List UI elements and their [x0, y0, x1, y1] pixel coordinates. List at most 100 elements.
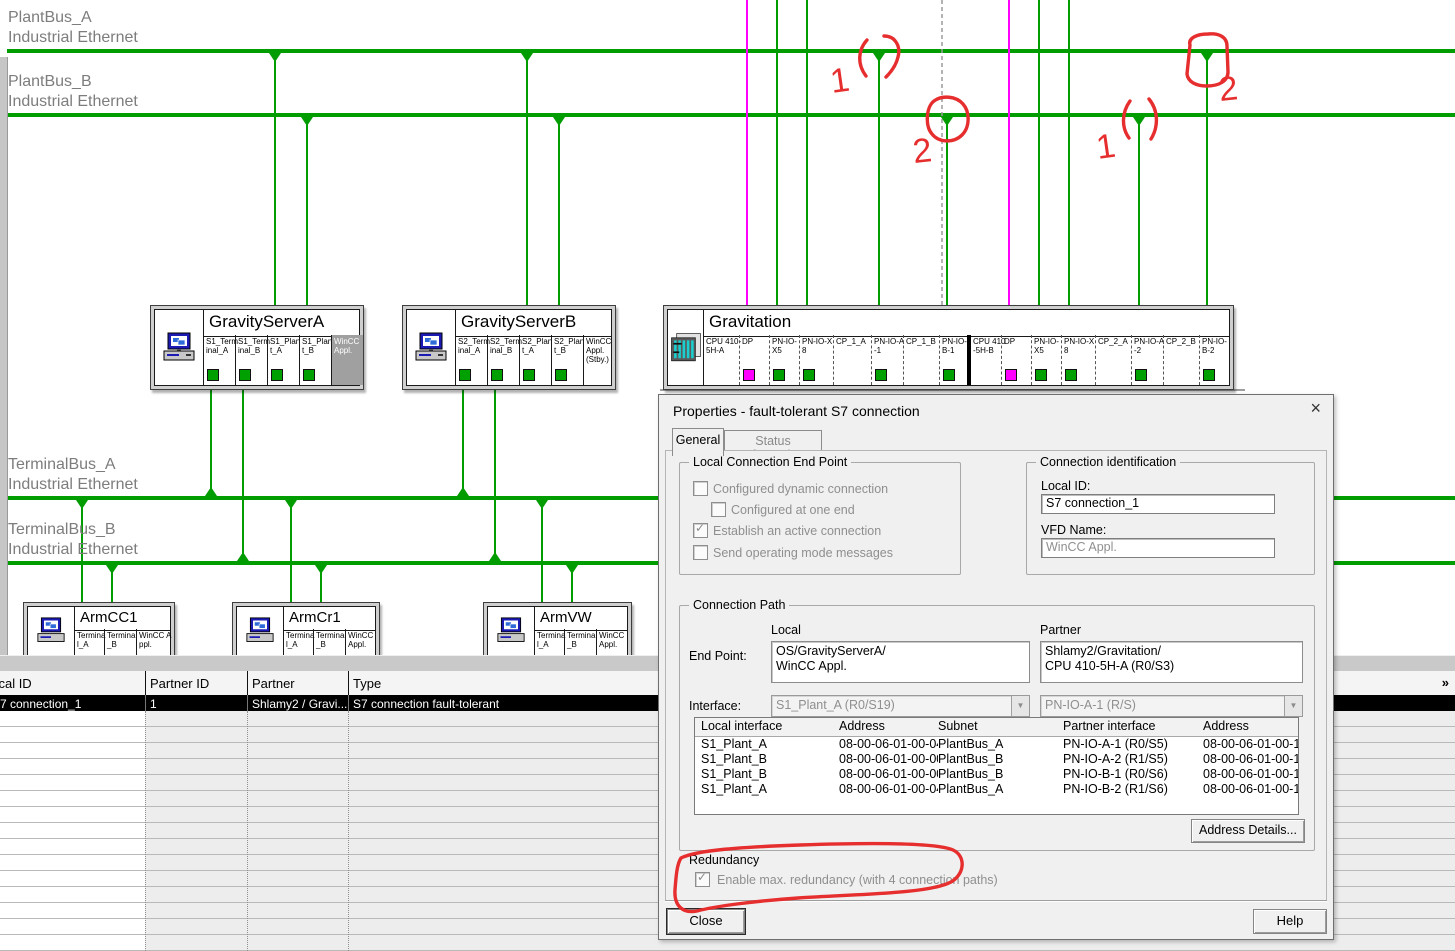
station-gravitation[interactable]: Gravitation CPU 410-5H-A DP PN-IO-X5 PN-… [663, 305, 1234, 390]
port-led [303, 369, 315, 381]
bus-label-terminalbus-a: TerminalBus_AIndustrial Ethernet [8, 455, 138, 495]
annotation-number: 2 [1217, 69, 1240, 109]
check-icon: ✓ [695, 521, 705, 535]
station-gravityservera[interactable]: GravityServerA S1_Terminal_A S1_Terminal… [150, 305, 364, 390]
interface-cell[interactable]: Terminal_A [283, 629, 317, 655]
properties-dialog: Properties - fault-tolerant S7 connectio… [658, 394, 1334, 940]
module-cell[interactable]: PN-IO-X5 [1031, 335, 1065, 385]
module-cell[interactable]: CP_1_A [833, 335, 875, 385]
port-led [943, 369, 955, 381]
interface-cell[interactable]: S1_Plant_A [267, 335, 303, 385]
station-title: ArmVW [534, 607, 627, 631]
redundancy-label: Redundancy [689, 853, 759, 867]
checkbox-send-operating-mode-messages[interactable] [693, 545, 708, 560]
module-cell[interactable]: CPU 410-5H-A [703, 335, 743, 385]
interface-cell[interactable]: S2_Plant_B [551, 335, 587, 385]
port-led [239, 369, 251, 381]
interface-cell[interactable]: Terminal_B [564, 629, 600, 655]
close-icon[interactable]: × [1310, 399, 1321, 417]
interface-cell-selected[interactable]: WinCC Appl. [331, 335, 363, 385]
local-interface-dropdown[interactable]: S1_Plant_A (R0/S19) ▼ [771, 695, 1030, 717]
column-header-local-id[interactable]: Local ID [0, 676, 32, 691]
module-cell[interactable]: DP [739, 335, 773, 385]
column-header-type[interactable]: Type [353, 676, 381, 691]
port-led [1005, 369, 1017, 381]
pc-icon [155, 310, 203, 385]
station-armcc1[interactable]: ArmCC1 Terminal_A Terminal_B WinCC Appl. [23, 602, 175, 660]
end-point-label: End Point: [689, 649, 747, 663]
interface-cell[interactable]: Terminal_A [534, 629, 568, 655]
interface-cell[interactable]: Terminal_B [104, 629, 140, 655]
column-header-partner-id[interactable]: Partner ID [150, 676, 209, 691]
close-button[interactable]: Close [667, 909, 745, 934]
table-cell: PN-IO-B-2 (R1/S6) [1057, 781, 1203, 797]
help-button[interactable]: Help [1253, 909, 1327, 934]
port-led [1135, 369, 1147, 381]
port-led [743, 369, 755, 381]
annotation-number: 1 [828, 61, 852, 101]
address-details-button[interactable]: Address Details... [1191, 819, 1305, 843]
station-title: Gravitation [703, 310, 1229, 337]
station-title: ArmCC1 [74, 607, 170, 631]
checkbox-enable-max-redundancy[interactable]: ✓ [695, 872, 710, 887]
module-cell[interactable]: CP_1_B [903, 335, 943, 385]
interface-cell[interactable]: WinCC Appl. [136, 629, 174, 655]
checkbox-configured-dynamic-connection[interactable] [693, 481, 708, 496]
interface-cell[interactable]: WinCC Appl. [345, 629, 379, 655]
table-cell: PlantBus_A [932, 781, 1063, 797]
module-cell[interactable]: PN-IO-B-2 [1199, 335, 1233, 385]
checkbox-establish-active-connection[interactable]: ✓ [693, 523, 708, 538]
button-separator [665, 900, 1327, 902]
station-gravityserverb[interactable]: GravityServerB S2_Terminal_A S2_Terminal… [402, 305, 616, 390]
interface-cell[interactable]: S2_Terminal_B [487, 335, 523, 385]
module-cell[interactable]: PN-IO-X5 [769, 335, 803, 385]
table-cell: 08-00-06-01-00-12 [1197, 766, 1299, 782]
module-cell[interactable]: PN-IO-A-2 [1131, 335, 1167, 385]
station-armvw[interactable]: ArmVW Terminal_A Terminal_B WinCC Appl. [483, 602, 632, 660]
station-title: GravityServerB [455, 310, 611, 337]
tab-general[interactable]: General [672, 428, 724, 456]
partner-interface-dropdown[interactable]: PN-IO-A-1 (R/S) ▼ [1040, 695, 1303, 717]
dropdown-arrow-icon[interactable]: ▼ [1284, 696, 1302, 716]
interface-cell[interactable]: S2_Terminal_A [455, 335, 491, 385]
port-led [207, 369, 219, 381]
partner-end-point-box: Shlamy2/Gravitation/ CPU 410-5H-A (R0/S3… [1040, 641, 1303, 683]
checkbox-configured-at-one-end[interactable] [711, 502, 726, 517]
vfd-name-input[interactable]: WinCC Appl. [1041, 538, 1275, 558]
column-header-partner[interactable]: Partner [252, 676, 295, 691]
annotation-circle [1187, 34, 1228, 86]
station-armcr1[interactable]: ArmCr1 Terminal_A Terminal_B WinCC Appl. [232, 602, 380, 660]
interface-cell[interactable]: Terminal_A [74, 629, 108, 655]
table-cell: S1_Plant_B [695, 766, 839, 782]
pc-icon [407, 310, 455, 385]
header-overflow-icon[interactable]: » [1442, 675, 1449, 690]
station-title: GravityServerA [203, 310, 359, 337]
interface-path-table[interactable]: Local interface Address Subnet Partner i… [694, 717, 1299, 815]
check-icon: ✓ [697, 870, 707, 884]
interface-cell[interactable]: S1_Terminal_B [235, 335, 271, 385]
interface-cell[interactable]: WinCC Appl. (Stby.) [583, 335, 615, 385]
annotation-circle [927, 97, 968, 141]
module-cell[interactable]: PN-IO-X8 [799, 335, 837, 385]
module-cell[interactable]: DP [1001, 335, 1035, 385]
table-cell: S1_Plant_A [695, 781, 839, 797]
local-id-input[interactable]: S7 connection_1 [1041, 494, 1275, 514]
port-led [555, 369, 567, 381]
cell-local-id: S7 connection_1 [0, 697, 81, 711]
port-led [491, 369, 503, 381]
port-led [1065, 369, 1077, 381]
interface-cell[interactable]: S1_Terminal_A [203, 335, 239, 385]
interface-cell[interactable]: S1_Plant_B [299, 335, 335, 385]
module-cell[interactable]: CP_2_B [1163, 335, 1203, 385]
table-cell: 08-00-06-01-00-14 [1197, 781, 1299, 797]
module-cell[interactable]: PN-IO-X8 [1061, 335, 1099, 385]
dropdown-arrow-icon[interactable]: ▼ [1011, 696, 1029, 716]
annotation-number: 2 [911, 131, 934, 171]
annotation-paren [884, 36, 899, 77]
module-cell[interactable]: PN-IO-A-1 [871, 335, 907, 385]
interface-cell[interactable]: Terminal_B [313, 629, 349, 655]
module-cell[interactable]: CP_2_A [1095, 335, 1135, 385]
interface-cell[interactable]: WinCC Appl. [596, 629, 631, 655]
interface-cell[interactable]: S2_Plant_A [519, 335, 555, 385]
table-cell: 08-00-06-01-00-04 [833, 781, 938, 797]
